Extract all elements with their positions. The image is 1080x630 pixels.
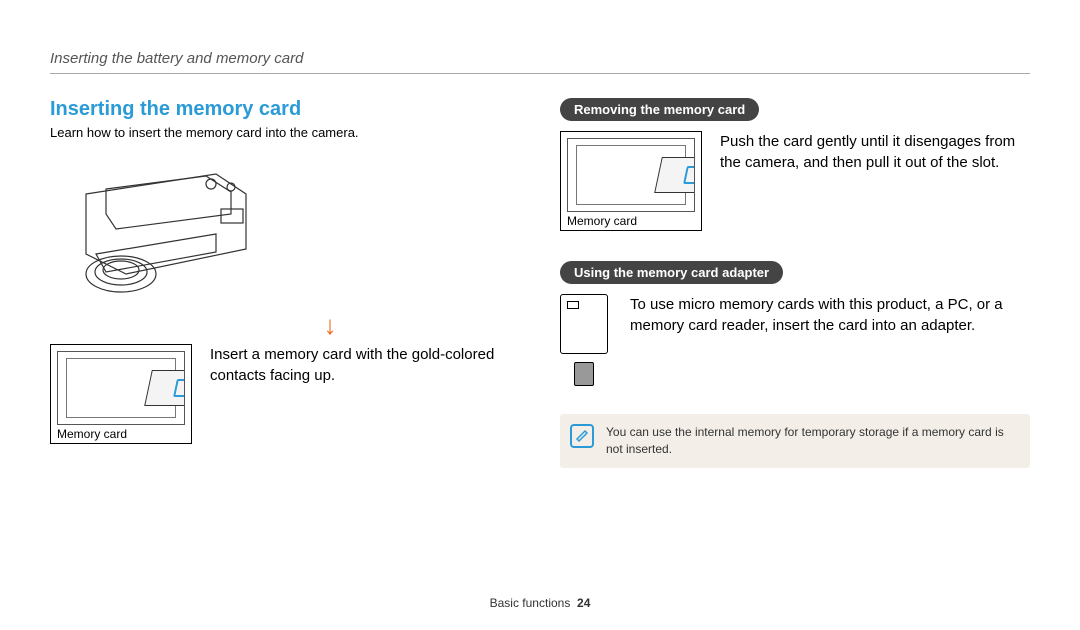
sd-card-icon: [144, 370, 185, 406]
note-box: You can use the internal memory for temp…: [560, 414, 1030, 468]
adapter-illustration: [560, 294, 612, 384]
removing-slot-figure: Memory card: [560, 131, 702, 231]
note-icon: [570, 424, 594, 448]
footer-section: Basic functions: [490, 596, 571, 610]
slot-graphic: [57, 351, 185, 425]
removing-pill: Removing the memory card: [560, 98, 759, 121]
slot-caption: Memory card: [57, 427, 185, 441]
removing-instruction: Push the card gently until it disengages…: [720, 131, 1030, 173]
adapter-pill: Using the memory card adapter: [560, 261, 783, 284]
section-description: Learn how to insert the memory card into…: [50, 125, 520, 140]
left-column: Inserting the memory card Learn how to i…: [50, 98, 520, 468]
sd-card-icon: [654, 157, 695, 193]
slot-graphic: [567, 138, 695, 212]
page-header-breadcrumb: Inserting the battery and memory card: [50, 50, 1030, 67]
footer-page-number: 24: [577, 596, 590, 610]
adapter-row: To use micro memory cards with this prod…: [560, 294, 1030, 384]
page-footer: Basic functions 24: [0, 596, 1080, 610]
camera-line-art: [56, 154, 266, 314]
note-text: You can use the internal memory for temp…: [606, 425, 1004, 456]
section-title: Inserting the memory card: [50, 98, 520, 121]
right-column: Removing the memory card Memory card Pus…: [560, 98, 1030, 468]
insert-slot-row: Memory card Insert a memory card with th…: [50, 344, 520, 444]
camera-illustration: [56, 154, 266, 314]
content-columns: Inserting the memory card Learn how to i…: [50, 98, 1030, 468]
adapter-instruction: To use micro memory cards with this prod…: [630, 294, 1030, 336]
memory-slot-figure: Memory card: [50, 344, 192, 444]
removing-slot-caption: Memory card: [567, 214, 695, 228]
sd-adapter-icon: [560, 294, 608, 354]
insert-instruction: Insert a memory card with the gold-color…: [210, 344, 520, 386]
header-rule: [50, 73, 1030, 74]
micro-sd-icon: [574, 362, 594, 386]
removing-row: Memory card Push the card gently until i…: [560, 131, 1030, 231]
arrow-down-icon: ↓: [140, 312, 520, 338]
